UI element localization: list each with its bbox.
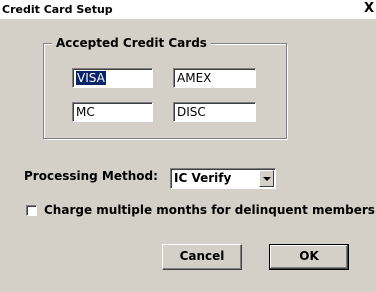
card-field-1-value: VISA: [76, 71, 106, 85]
window-title: Credit Card Setup: [2, 3, 113, 16]
card-field-2[interactable]: AMEX: [173, 68, 256, 88]
accepted-cards-legend: Accepted Credit Cards: [52, 36, 211, 50]
delinquent-label[interactable]: Charge multiple months for delinquent me…: [44, 203, 375, 217]
accepted-cards-group: [43, 43, 288, 140]
cancel-button[interactable]: Cancel: [162, 244, 242, 270]
processing-method-label: Processing Method:: [24, 169, 158, 183]
delinquent-checkbox[interactable]: [26, 205, 37, 216]
card-field-3[interactable]: MC: [72, 102, 153, 122]
close-button[interactable]: X: [362, 1, 376, 17]
processing-method-value: IC Verify: [174, 171, 232, 185]
chevron-down-icon[interactable]: [259, 170, 274, 187]
card-field-4[interactable]: DISC: [173, 102, 256, 122]
title-bar[interactable]: Credit Card Setup X: [0, 0, 376, 19]
card-field-1[interactable]: VISA: [72, 68, 153, 88]
ok-button[interactable]: OK: [269, 244, 349, 270]
processing-method-select[interactable]: IC Verify: [170, 168, 276, 189]
